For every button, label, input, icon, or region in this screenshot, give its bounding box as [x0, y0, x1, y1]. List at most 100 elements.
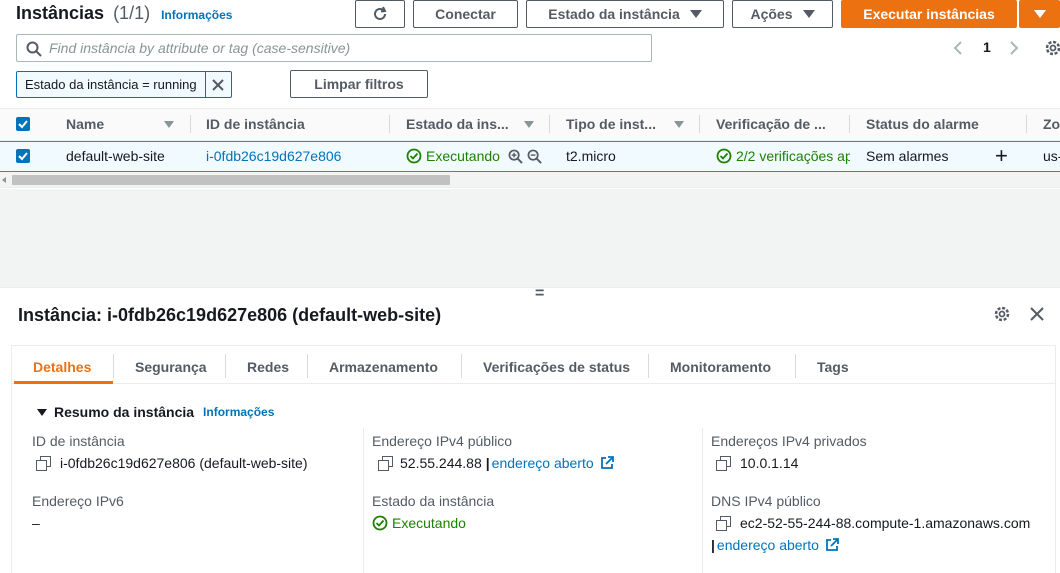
tab-divider: [307, 354, 308, 378]
add-alarm-button[interactable]: +: [995, 141, 1008, 171]
cell-checks-text: 2/2 verificações ap: [736, 148, 850, 164]
refresh-button[interactable]: [355, 0, 405, 28]
summary-section-toggle[interactable]: Resumo da instância Informações: [37, 404, 274, 420]
chevron-left-icon[interactable]: [952, 40, 964, 56]
zoom-in-icon[interactable]: [508, 149, 523, 164]
column-divider: [849, 115, 850, 133]
chevron-down-icon: [689, 10, 702, 18]
actions-button[interactable]: Ações: [732, 0, 833, 28]
open-address-link[interactable]: endereço aberto: [492, 455, 594, 471]
tab-details[interactable]: Detalhes: [33, 350, 91, 383]
instance-id-label: ID de instância: [32, 433, 125, 449]
tab-monitoring[interactable]: Monitoramento: [670, 350, 771, 383]
tab-storage[interactable]: Armazenamento: [329, 350, 438, 383]
sort-icon[interactable]: [164, 121, 174, 128]
external-link-icon[interactable]: [825, 538, 839, 552]
instance-id-value: i-0fdb26c19d627e806 (default-web-site): [36, 455, 308, 471]
private-ipv4-value: 10.0.1.14: [716, 455, 798, 471]
summary-info-link[interactable]: Informações: [203, 405, 274, 419]
column-divider: [699, 115, 700, 133]
ipv6-value: –: [32, 515, 40, 531]
search-icon: [26, 41, 42, 57]
tab-divider: [461, 354, 462, 378]
check-circle-icon: [372, 515, 388, 531]
cell-zone: us-: [1043, 148, 1060, 164]
column-header-type[interactable]: Tipo de inst...: [566, 108, 656, 140]
copy-icon[interactable]: [36, 456, 50, 471]
chevron-right-icon[interactable]: [1008, 40, 1020, 56]
column-header-state[interactable]: Estado da ins...: [406, 108, 509, 140]
clear-filters-button[interactable]: Limpar filtros: [290, 70, 428, 98]
column-divider: [363, 428, 364, 573]
gear-icon[interactable]: [1044, 39, 1060, 57]
summary-title: Resumo da instância: [54, 404, 195, 420]
page-number[interactable]: 1: [983, 39, 991, 55]
actions-label: Ações: [750, 6, 793, 22]
public-dns-text: ec2-52-55-244-88.compute-1.amazonaws.com: [740, 515, 1031, 531]
public-dns-link-row: | endereço aberto: [711, 537, 839, 553]
copy-icon[interactable]: [716, 456, 730, 471]
private-ipv4-text: 10.0.1.14: [740, 455, 799, 471]
column-header-checks[interactable]: Verificação de ...: [716, 108, 826, 140]
public-dns-value: ec2-52-55-244-88.compute-1.amazonaws.com: [716, 515, 1030, 531]
split-panel-divider[interactable]: [0, 287, 1060, 288]
launch-instances-button[interactable]: Executar instâncias: [841, 0, 1017, 28]
zoom-out-icon[interactable]: [527, 149, 542, 164]
chevron-down-icon: [802, 10, 815, 18]
page-title: Instâncias (1/1) Informações: [16, 3, 232, 24]
split-panel-handle[interactable]: =: [535, 285, 544, 303]
public-ipv4-label: Endereço IPv4 público: [372, 433, 513, 449]
open-dns-link[interactable]: endereço aberto: [717, 537, 819, 553]
tab-divider: [648, 354, 649, 378]
instance-state-button[interactable]: Estado da instância: [526, 0, 724, 28]
tab-tags[interactable]: Tags: [817, 350, 849, 383]
info-link[interactable]: Informações: [161, 8, 232, 22]
cell-name: default-web-site: [66, 148, 165, 164]
cell-state-text: Executando: [426, 148, 500, 164]
public-ipv4-value: 52.55.244.88 | endereço aberto: [378, 455, 614, 471]
launch-dropdown-button[interactable]: [1019, 0, 1060, 28]
instance-count: (1/1): [113, 3, 151, 23]
column-header-alarm[interactable]: Status do alarme: [866, 108, 979, 140]
close-icon[interactable]: [1029, 306, 1045, 322]
copy-icon[interactable]: [378, 456, 392, 471]
column-divider: [702, 428, 703, 573]
row-checkbox[interactable]: [16, 149, 30, 163]
search-box[interactable]: [16, 34, 652, 62]
filter-token-label: Estado da instância = running: [25, 77, 197, 92]
column-divider: [190, 115, 191, 133]
horizontal-scrollbar[interactable]: [0, 172, 1060, 188]
cell-checks: 2/2 verificações ap: [716, 141, 850, 171]
tab-networking[interactable]: Redes: [247, 350, 289, 383]
sort-icon[interactable]: [524, 121, 534, 128]
sort-icon[interactable]: [674, 121, 684, 128]
tab-status-checks[interactable]: Verificações de status: [483, 350, 630, 383]
column-header-zone[interactable]: Zo: [1043, 108, 1060, 140]
instance-id-text: i-0fdb26c19d627e806 (default-web-site): [60, 455, 308, 471]
column-divider: [389, 115, 390, 133]
ipv6-label: Endereço IPv6: [32, 493, 124, 509]
public-dns-label: DNS IPv4 público: [711, 493, 821, 509]
remove-filter-button[interactable]: [204, 72, 231, 97]
column-header-name[interactable]: Name: [66, 108, 104, 140]
close-icon: [212, 78, 224, 91]
table-empty-area: [0, 189, 1060, 287]
scroll-left-icon[interactable]: [2, 177, 6, 183]
scrollbar-thumb[interactable]: [12, 175, 450, 185]
connect-button[interactable]: Conectar: [413, 0, 518, 28]
page-title-text: Instâncias: [16, 3, 105, 23]
chevron-down-icon: [1033, 10, 1046, 18]
cell-type: t2.micro: [566, 148, 616, 164]
cell-instance-id-link[interactable]: i-0fdb26c19d627e806: [206, 141, 341, 171]
column-divider: [1026, 115, 1027, 133]
external-link-icon[interactable]: [600, 456, 614, 470]
copy-icon[interactable]: [716, 516, 730, 531]
search-input[interactable]: [49, 40, 651, 56]
select-all-checkbox[interactable]: [16, 117, 30, 131]
tab-security[interactable]: Segurança: [135, 350, 207, 383]
refresh-icon: [374, 6, 387, 20]
tab-divider: [795, 354, 796, 378]
column-header-id[interactable]: ID de instância: [206, 108, 305, 140]
gear-icon[interactable]: [993, 305, 1011, 323]
instance-state-label: Estado da instância: [372, 493, 495, 509]
